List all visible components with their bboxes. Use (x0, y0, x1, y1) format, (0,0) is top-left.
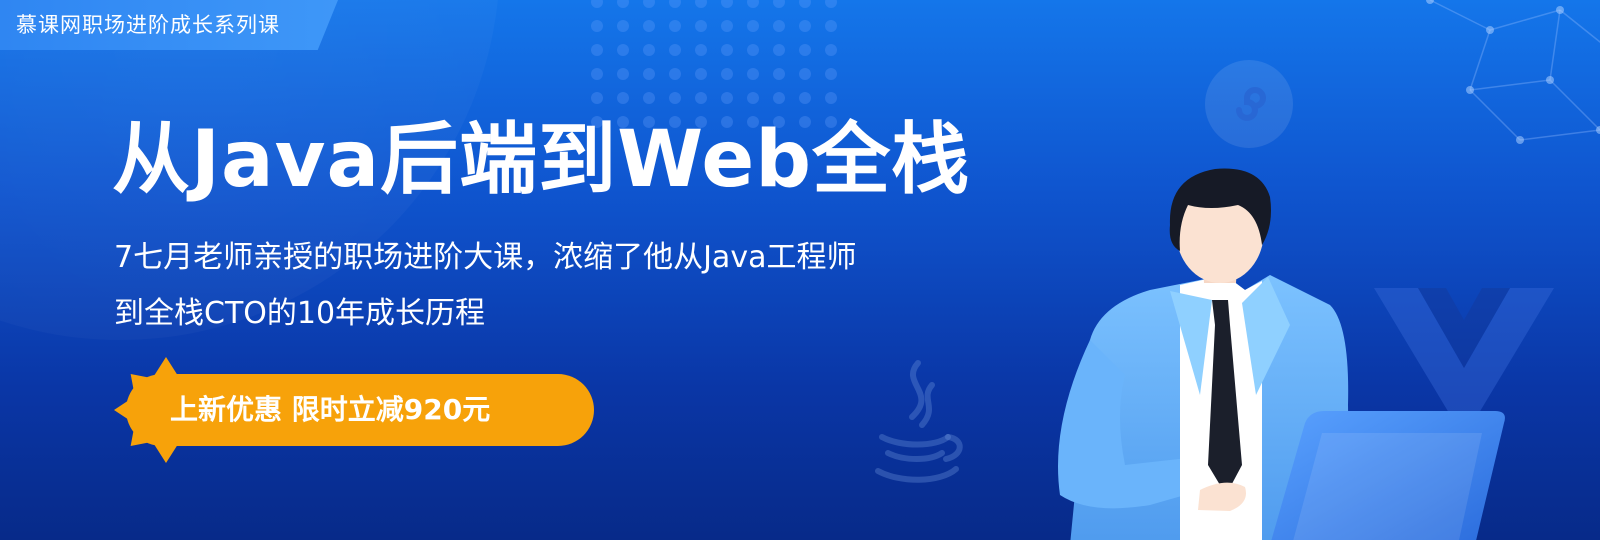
decor-dot (695, 68, 707, 80)
decor-dot (773, 20, 785, 32)
decor-dot (825, 92, 837, 104)
decor-dot (591, 44, 603, 56)
network-decoration (1426, 0, 1600, 144)
subtitle-line-2: 到全栈CTO的10年成长历程 (114, 296, 486, 331)
java-logo-icon (875, 360, 963, 483)
decor-dot (643, 68, 655, 80)
decor-dot (721, 68, 733, 80)
decor-dot (695, 0, 707, 8)
decor-dot (773, 92, 785, 104)
decor-dot (773, 0, 785, 8)
decor-dot (617, 44, 629, 56)
decor-dot (747, 44, 759, 56)
decor-dot (799, 44, 811, 56)
decor-dot (643, 20, 655, 32)
decor-dot (773, 68, 785, 80)
decor-dot (591, 0, 603, 8)
course-banner[interactable]: 慕课网职场进阶成长系列课 从Java后端到Web全栈 7七月老师亲授的职场进阶大… (0, 0, 1600, 540)
decor-dot (591, 68, 603, 80)
decor-dot (669, 0, 681, 8)
decor-dot (695, 44, 707, 56)
subtitle-line-1: 7七月老师亲授的职场进阶大课，浓缩了他从Java工程师 (114, 240, 857, 275)
decor-dot (617, 0, 629, 8)
decor-dot (825, 68, 837, 80)
series-tag: 慕课网职场进阶成长系列课 (0, 0, 338, 50)
decor-dot (617, 92, 629, 104)
decor-dot (799, 20, 811, 32)
mini-program-icon (1205, 60, 1293, 148)
decor-dot (643, 44, 655, 56)
decor-dot (721, 44, 733, 56)
decor-dot (747, 0, 759, 8)
decor-dot (695, 92, 707, 104)
decor-dot (669, 44, 681, 56)
promo-label: 上新优惠 限时立减920元 (170, 393, 491, 426)
decor-dot (747, 20, 759, 32)
decor-dot (747, 68, 759, 80)
course-subtitle: 7七月老师亲授的职场进阶大课，浓缩了他从Java工程师 到全栈CTO的10年成长… (114, 230, 1014, 342)
decor-dot (799, 92, 811, 104)
decor-dot (773, 44, 785, 56)
decor-dot (825, 0, 837, 8)
decor-dot (721, 92, 733, 104)
promo-button[interactable]: 上新优惠 限时立减920元 (114, 357, 594, 463)
decor-dot (591, 92, 603, 104)
decor-dot (617, 20, 629, 32)
decor-dot (825, 20, 837, 32)
decor-dot (643, 0, 655, 8)
decor-dot (799, 0, 811, 8)
decor-dot (695, 20, 707, 32)
course-title: 从Java后端到Web全栈 (112, 115, 971, 205)
person-illustration (1058, 168, 1505, 540)
decor-dot (825, 44, 837, 56)
decor-dot (747, 92, 759, 104)
decor-dot (799, 68, 811, 80)
decor-dot (721, 0, 733, 8)
decor-dot (643, 92, 655, 104)
decor-dot (669, 92, 681, 104)
decor-dot (721, 20, 733, 32)
decor-dot (591, 20, 603, 32)
decor-dot (617, 68, 629, 80)
decor-dot (669, 20, 681, 32)
decor-dot (669, 68, 681, 80)
